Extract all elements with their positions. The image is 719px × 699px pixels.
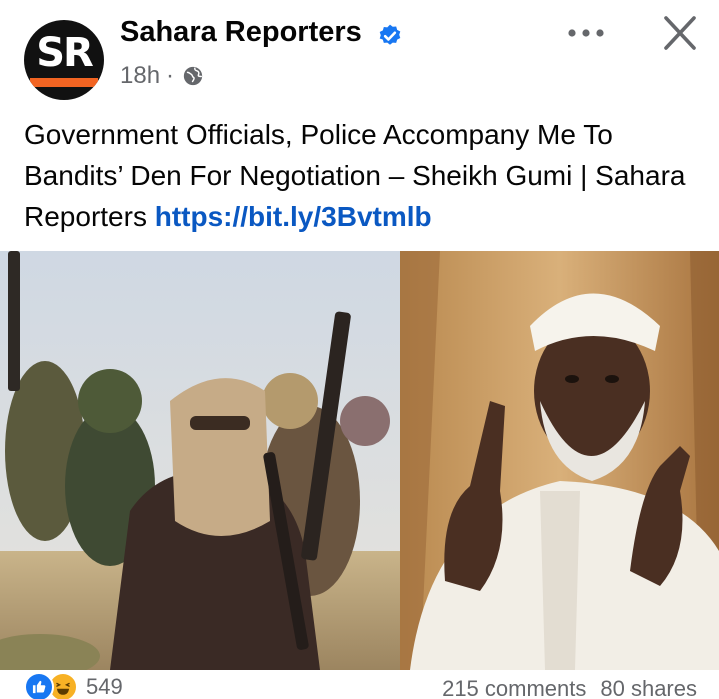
shares-count[interactable]: 80 shares [600, 676, 697, 699]
post-image[interactable] [0, 251, 719, 670]
post-footer: 549 215 comments 80 shares [0, 670, 719, 699]
post-header: SR Sahara Reporters 18h · [0, 0, 719, 108]
post-meta: 18h · [120, 62, 204, 90]
caption-link[interactable]: https://bit.ly/3Bvtmlb [155, 201, 432, 232]
avatar-accent-bar [30, 78, 98, 87]
like-reaction-icon [24, 672, 54, 699]
reaction-count: 549 [86, 674, 123, 699]
close-icon[interactable] [656, 12, 704, 54]
verified-badge-icon [379, 24, 401, 45]
post-caption: Government Officials, Police Accompany M… [24, 114, 704, 237]
more-options-icon[interactable] [562, 18, 610, 48]
page-name[interactable]: Sahara Reporters [120, 16, 362, 49]
globe-icon [183, 66, 203, 86]
engagement-counts: 215 comments 80 shares [442, 676, 697, 699]
reactions-summary[interactable]: 549 [24, 672, 123, 699]
post-time[interactable]: 18h [120, 62, 160, 90]
avatar-logo-text: SR [36, 30, 94, 76]
comments-count[interactable]: 215 comments [442, 676, 586, 699]
page-avatar[interactable]: SR [24, 20, 104, 100]
meta-separator: · [166, 62, 175, 89]
